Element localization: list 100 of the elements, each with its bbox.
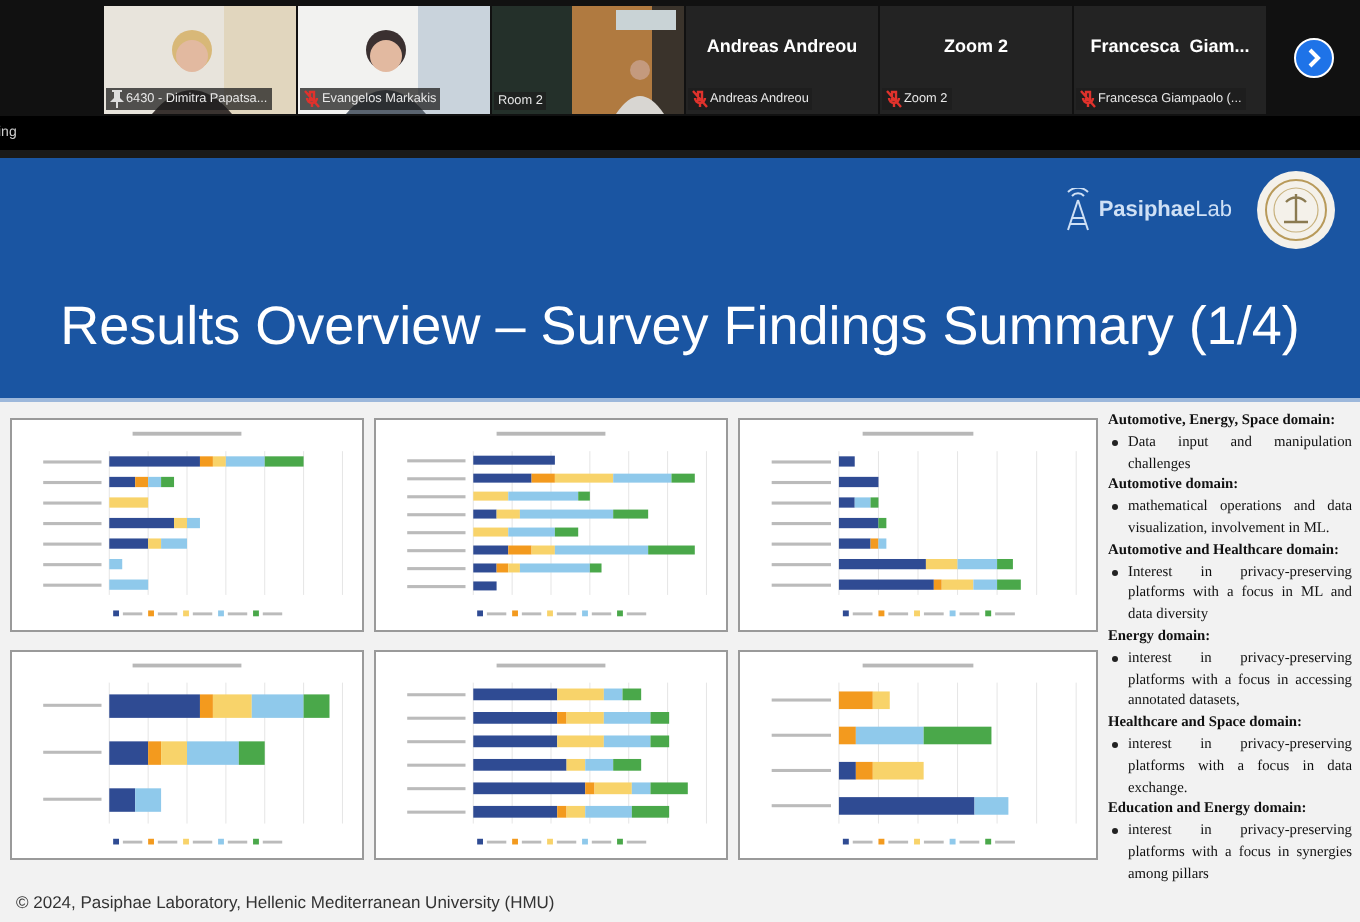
legend-swatch (617, 610, 623, 617)
legend-swatch (183, 838, 189, 845)
blurred-label-line (407, 810, 466, 814)
blurred-label-line (407, 693, 466, 697)
legend-swatch (582, 838, 588, 845)
bar-segment (923, 726, 992, 745)
bar-segment (109, 497, 149, 508)
bar-segment (109, 559, 123, 570)
blurred-label-line (43, 522, 102, 526)
legend-swatch (914, 838, 920, 845)
next-page-button[interactable] (1294, 38, 1334, 78)
blurred-legend-line (888, 612, 909, 616)
blurred-label-line (771, 522, 831, 526)
blurred-legend-line (852, 840, 873, 844)
legend-swatch (842, 610, 849, 617)
bar-segment (473, 581, 497, 591)
blurred-label-line (43, 583, 102, 587)
bullet-icon (1112, 828, 1118, 835)
slide-footer: © 2024, Pasiphae Laboratory, Hellenic Mediterranean University (HMU) (0, 892, 1360, 922)
blurred-label-line (771, 583, 831, 587)
blurred-label-line (43, 480, 102, 485)
blurred-legend-line (626, 612, 647, 616)
blurred-label-line (407, 495, 466, 499)
bar-segment (838, 476, 879, 488)
muted-microphone-icon (886, 90, 902, 108)
legend-swatch (878, 838, 885, 845)
blurred-label-line (771, 563, 831, 567)
blurred-legend-line (923, 612, 944, 616)
blurred-legend-line (852, 612, 873, 616)
blurred-label-line (43, 797, 102, 801)
legend-swatch (113, 610, 119, 617)
blurred-legend-line (959, 612, 980, 616)
blurred-label-line (771, 480, 831, 485)
blurred-title-line (132, 663, 242, 668)
blurred-legend-line (888, 840, 909, 844)
blurred-label-line (43, 501, 102, 505)
blurred-legend-line (521, 840, 542, 844)
pin-icon (110, 90, 124, 108)
blurred-label-line (771, 501, 831, 505)
legend-swatch (842, 838, 849, 845)
muted-microphone-icon (1080, 90, 1096, 108)
blurred-label-line (771, 768, 831, 772)
bar-segment (838, 456, 855, 467)
blurred-legend-line (122, 840, 143, 844)
blurred-legend-line (192, 840, 213, 844)
bar-segment (473, 455, 555, 465)
blurred-label-line (771, 460, 831, 464)
legend-swatch (617, 838, 623, 845)
participant-name: Francesca Giam... (1090, 36, 1250, 56)
blurred-label-line (407, 549, 466, 553)
blurred-legend-line (262, 840, 283, 844)
blurred-label-line (407, 716, 466, 720)
slide-title: Results Overview – Survey Findings Summary (1/4) (58, 296, 1302, 358)
blurred-legend-line (486, 612, 507, 616)
blurred-label-line (407, 787, 466, 791)
legend-swatch (183, 610, 189, 617)
blurred-legend-line (556, 840, 577, 844)
blurred-label-line (407, 531, 466, 535)
blurred-legend-line (556, 612, 577, 616)
blurred-legend-line (262, 612, 283, 616)
blurred-label-line (407, 477, 466, 481)
legend-swatch (253, 838, 259, 845)
blurred-legend-line (923, 840, 944, 844)
legend-swatch (878, 610, 885, 617)
legend-swatch (985, 610, 992, 617)
blurred-label-line (407, 513, 466, 517)
blurred-label-line (407, 567, 466, 571)
blurred-label-line (407, 585, 466, 589)
bullet-icon (1112, 504, 1118, 511)
blurred-label-line (771, 804, 831, 808)
blurred-label-line (43, 542, 102, 546)
blurred-title-line (862, 663, 974, 668)
legend-swatch (547, 610, 553, 617)
lab-logo: PasiphaeLab (1098, 198, 1232, 222)
bullet-icon (1112, 439, 1118, 446)
bullet-icon (1112, 741, 1118, 748)
participant-name: Andreas Andreou (706, 36, 858, 56)
blurred-legend-line (227, 612, 248, 616)
legend-swatch (218, 610, 224, 617)
blurred-label-line (43, 563, 102, 567)
muted-microphone-icon (304, 90, 320, 108)
bar-segment (135, 788, 162, 812)
legend-swatch (547, 838, 553, 845)
blurred-label-line (407, 740, 466, 744)
blurred-label-line (43, 750, 102, 754)
blurred-label-line (771, 542, 831, 546)
blurred-legend-line (227, 840, 248, 844)
legend-swatch (113, 838, 119, 845)
university-seal-icon (1256, 170, 1336, 250)
bullet-icon (1112, 655, 1118, 662)
blurred-legend-line (995, 840, 1015, 844)
legend-swatch (148, 610, 154, 617)
blurred-legend-line (157, 612, 178, 616)
blurred-label-line (407, 459, 466, 463)
blurred-legend-line (122, 612, 143, 616)
blurred-legend-line (591, 840, 612, 844)
blurred-label-line (407, 763, 466, 767)
bar-segment (109, 579, 149, 590)
blurred-legend-line (591, 612, 612, 616)
legend-swatch (949, 610, 956, 617)
